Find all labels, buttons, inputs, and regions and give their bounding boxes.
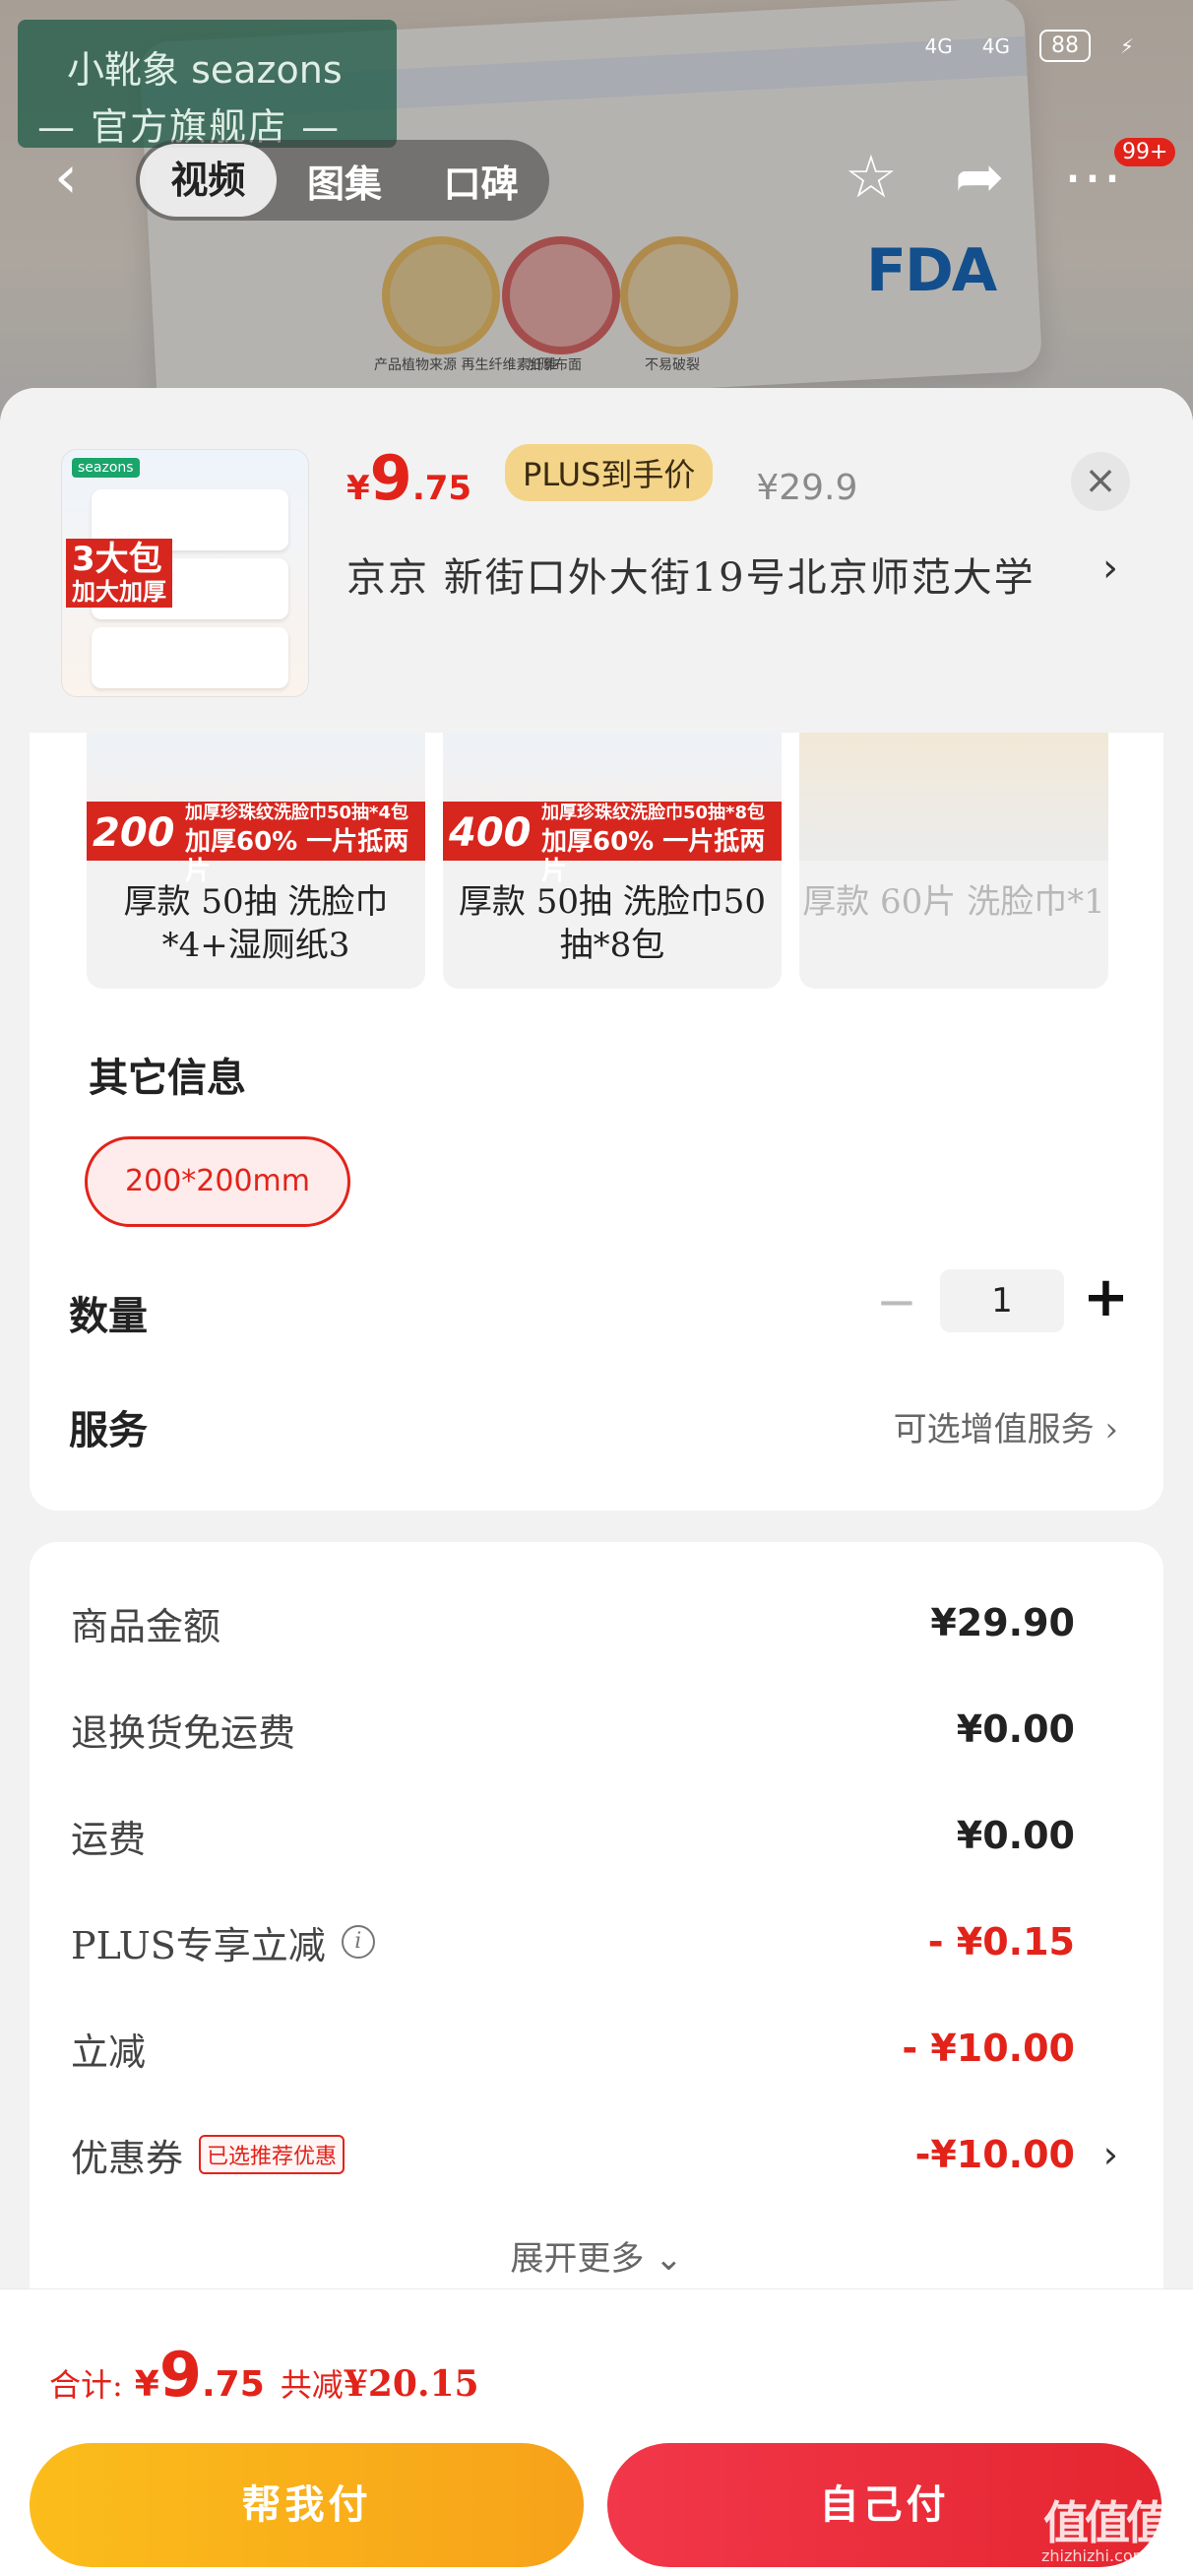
expand-more-link[interactable]: 展开更多 ⌄ [30, 2231, 1163, 2280]
quantity-increase-button[interactable]: + [1083, 1266, 1129, 1329]
price-line-subtotal: 商品金额 ¥29.90 [71, 1601, 1075, 1648]
chevron-right-icon[interactable]: › [1103, 2133, 1118, 2176]
value-added-service-link[interactable]: 可选增值服务 › [894, 1402, 1118, 1450]
site-watermark-url: zhizhizhi.com [1041, 2546, 1149, 2565]
price-symbol: ¥ [346, 469, 370, 508]
price-row: ¥ 9.75 PLUS到手价 ¥29.9 [346, 442, 857, 514]
quantity-decrease-button[interactable]: − [876, 1272, 917, 1331]
plus-price-tag: PLUS到手价 [505, 443, 714, 501]
tab-reviews[interactable]: 口碑 [412, 154, 549, 208]
tab-gallery[interactable]: 图集 [277, 154, 413, 208]
back-arrow-icon[interactable]: ‹ [54, 148, 78, 207]
message-badge: 99+ [1114, 138, 1176, 166]
brand-logo: 小靴象 seazons — 官方旗舰店 — [18, 20, 397, 149]
price-line-instant-discount: 立减 - ¥10.00 [71, 2027, 1075, 2074]
size-option-chip[interactable]: 200*200mm [85, 1136, 350, 1227]
total-label: 合计: [49, 2366, 123, 2404]
close-icon[interactable]: × [1071, 452, 1130, 511]
variant-label: 厚款 60片 洗脸巾*1 [802, 882, 1105, 922]
status-bar: 4G 4G 88 ⚡ [924, 30, 1134, 62]
price-line-shipping: 运费 ¥0.00 [71, 1814, 1075, 1861]
price-line-coupon[interactable]: 优惠券 已选推荐优惠 -¥10.00 [71, 2125, 1075, 2184]
variant-option-disabled[interactable]: 厚款 60片 洗脸巾*1 [799, 733, 1108, 989]
variant-label: 厚款 50抽 洗脸巾50抽*8包 [458, 882, 767, 965]
service-label: 服务 [69, 1407, 148, 1453]
total-summary: 合计: ¥ 9 .75 共减¥20.15 [49, 2339, 479, 2411]
checkout-bar: 合计: ¥ 9 .75 共减¥20.15 帮我付 自己付 [0, 2288, 1193, 2576]
variant-label: 厚款 50抽 洗脸巾*4+湿厕纸3 [123, 882, 389, 965]
share-icon[interactable]: ➦ [955, 148, 1004, 207]
brand-name: 小靴象 seazons [67, 48, 343, 92]
total-savings: 共减¥20.15 [280, 2363, 479, 2405]
variant-promo-band: 200 加厚珍珠纹洗脸巾50抽*4包 加厚60% 一片抵两片 [87, 802, 425, 886]
charging-icon: ⚡ [1119, 33, 1134, 58]
quantity-label: 数量 [69, 1293, 148, 1339]
total-integer: 9 [158, 2339, 202, 2411]
more-icon[interactable]: ⋯ [1063, 148, 1122, 207]
quantity-input[interactable]: 1 [940, 1269, 1064, 1332]
battery-icon: 88 [1038, 30, 1091, 62]
tab-video[interactable]: 视频 [140, 144, 277, 217]
chevron-right-icon[interactable]: › [1102, 546, 1118, 591]
variant-option[interactable]: 200 加厚珍珠纹洗脸巾50抽*4包 加厚60% 一片抵两片 厚款 50抽 洗脸… [87, 733, 425, 989]
signal-icon: 4G [981, 33, 1010, 58]
thumb-promo-tag: 3大包 加大加厚 [66, 539, 172, 608]
media-tabs: 视频 图集 口碑 [136, 140, 549, 221]
other-info-title: 其它信息 [89, 1055, 246, 1101]
thumb-brand-badge: seazons [72, 458, 140, 478]
favorite-star-icon[interactable]: ☆ [845, 148, 898, 207]
sku-header: seazons 3大包 加大加厚 ¥ 9.75 PLUS到手价 ¥29.9 × … [0, 388, 1193, 733]
total-decimal: .75 [202, 2364, 265, 2405]
price-integer: 9 [369, 442, 412, 514]
product-thumbnail: seazons 3大包 加大加厚 [61, 449, 309, 697]
price-line-plus-discount: PLUS专享立减 i - ¥0.15 [71, 1920, 1075, 1967]
sku-selection-sheet: seazons 3大包 加大加厚 ¥ 9.75 PLUS到手价 ¥29.9 × … [0, 388, 1193, 2576]
original-price: ¥29.9 [756, 468, 858, 508]
options-card: 200 加厚珍珠纹洗脸巾50抽*4包 加厚60% 一片抵两片 厚款 50抽 洗脸… [30, 733, 1163, 1511]
signal-icon: 4G [924, 33, 953, 58]
coupon-status-badge: 已选推荐优惠 [199, 2135, 345, 2174]
total-symbol: ¥ [134, 2364, 159, 2405]
price-decimal: .75 [411, 469, 472, 508]
variant-promo-band: 400 加厚珍珠纹洗脸巾50抽*8包 加厚60% 一片抵两片 [443, 802, 782, 886]
delivery-address[interactable]: 京京 新街口外大街19号北京师范大学 [346, 546, 1036, 603]
variant-image [799, 733, 1108, 861]
help-pay-button[interactable]: 帮我付 [30, 2443, 584, 2567]
price-line-return-shipping: 退换货免运费 ¥0.00 [71, 1707, 1075, 1755]
variant-option[interactable]: 400 加厚珍珠纹洗脸巾50抽*8包 加厚60% 一片抵两片 厚款 50抽 洗脸… [443, 733, 782, 989]
site-watermark: 值值值 [1043, 2496, 1171, 2549]
info-icon[interactable]: i [341, 1925, 375, 1959]
